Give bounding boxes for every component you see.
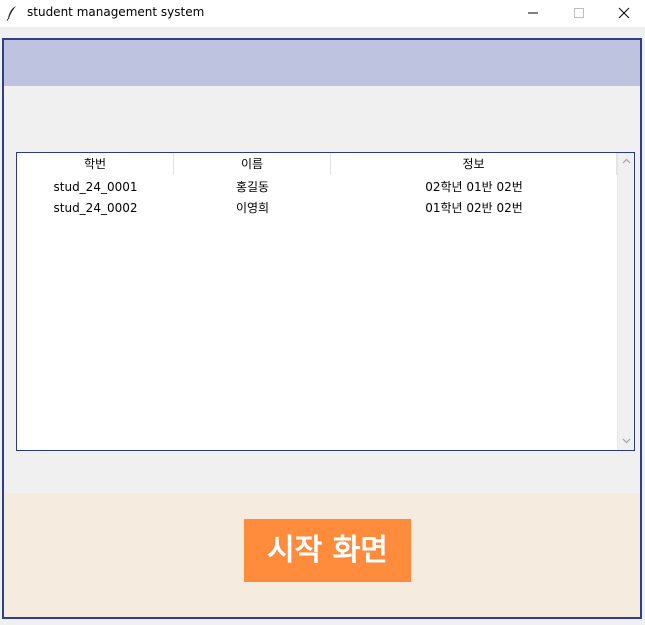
start-screen-button[interactable]: 시작 화면	[244, 519, 411, 582]
app-window: student management system 학번 이름 정보 stud_…	[0, 0, 645, 625]
title-bar[interactable]: student management system	[0, 0, 645, 27]
footer-band: 시작 화면	[4, 493, 640, 617]
column-header-student-id[interactable]: 학번	[17, 153, 174, 175]
window-title: student management system	[27, 5, 205, 19]
table-body: stud_24_0001 홍길동 02학년 01반 02번 stud_24_00…	[17, 177, 617, 219]
chevron-up-icon	[622, 157, 631, 167]
cell-name: 홍길동	[235, 180, 270, 194]
cell-info: 01학년 02반 02번	[425, 201, 523, 215]
table-row[interactable]: stud_24_0001 홍길동 02학년 01반 02번	[17, 177, 617, 198]
chevron-down-icon	[622, 437, 631, 447]
minimize-button[interactable]	[510, 0, 556, 27]
minimize-icon	[527, 4, 539, 23]
cell-student-id: stud_24_0002	[53, 201, 138, 215]
close-icon	[618, 4, 630, 23]
vertical-scrollbar[interactable]	[617, 153, 634, 450]
cell-student-id: stud_24_0001	[53, 180, 138, 194]
maximize-button[interactable]	[556, 0, 602, 27]
column-header-info[interactable]: 정보	[331, 153, 617, 175]
main-frame: 학번 이름 정보 stud_24_0001 홍길동 02학년 01반 02번 s…	[2, 38, 642, 619]
close-button[interactable]	[601, 0, 645, 27]
table-row[interactable]: stud_24_0002 이영희 01학년 02반 02번	[17, 198, 617, 219]
scroll-down-button[interactable]	[618, 433, 634, 450]
cell-name: 이영희	[235, 201, 270, 215]
maximize-icon	[573, 4, 585, 23]
column-header-name[interactable]: 이름	[174, 153, 331, 175]
header-band	[4, 40, 640, 86]
feather-icon	[6, 5, 18, 21]
cell-info: 02학년 01반 02번	[425, 180, 523, 194]
student-table[interactable]: 학번 이름 정보 stud_24_0001 홍길동 02학년 01반 02번 s…	[16, 152, 635, 451]
table-header: 학번 이름 정보	[17, 153, 617, 175]
scroll-up-button[interactable]	[618, 153, 634, 170]
